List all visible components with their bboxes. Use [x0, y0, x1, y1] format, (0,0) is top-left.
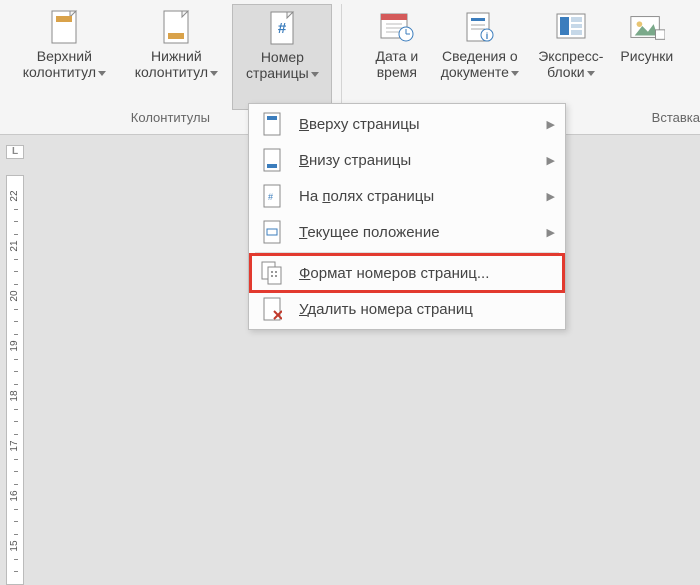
remove-page-numbers-icon — [259, 296, 285, 322]
current-position-icon — [259, 219, 285, 245]
page-number-button[interactable]: # Номер страницы — [232, 4, 332, 110]
doc-info-button[interactable]: i Сведения о документе — [432, 4, 528, 110]
menu-item-page-margins[interactable]: # На полях страницы ▶ — [251, 178, 563, 214]
menu-label-margins: На полях страницы — [299, 188, 547, 205]
submenu-arrow-icon: ▶ — [547, 190, 555, 203]
dropdown-caret-icon — [98, 71, 106, 76]
header-button[interactable]: Верхний колонтитул — [8, 4, 120, 110]
docinfo-label-l2: документе — [441, 64, 509, 80]
footer-label-l1: Нижний — [151, 48, 202, 64]
menu-item-format-page-numbers[interactable]: Формат номеров страниц... — [251, 255, 563, 291]
ruler-tick: 19 — [7, 341, 23, 352]
dropdown-caret-icon — [210, 71, 218, 76]
date-time-icon — [379, 8, 415, 46]
page-number-icon: # — [264, 9, 300, 47]
dropdown-caret-icon — [311, 72, 319, 77]
svg-text:i: i — [486, 31, 489, 41]
quick-parts-button[interactable]: Экспресс- блоки — [528, 4, 614, 110]
datetime-label-l1: Дата и — [375, 48, 418, 64]
menu-label-current: Текущее положение — [299, 224, 547, 241]
ruler-tick: 18 — [7, 391, 23, 402]
bottom-of-page-icon — [259, 147, 285, 173]
ruler-tick: 15 — [7, 541, 23, 552]
menu-item-bottom-of-page[interactable]: Внизу страницы ▶ — [251, 142, 563, 178]
ruler-tick: 16 — [7, 491, 23, 502]
dropdown-caret-icon — [511, 71, 519, 76]
footer-icon — [158, 8, 194, 46]
menu-item-current-position[interactable]: Текущее положение ▶ — [251, 214, 563, 250]
datetime-label-l2: время — [377, 64, 417, 80]
menu-label-bottom: Внизу страницы — [299, 152, 547, 169]
submenu-arrow-icon: ▶ — [547, 226, 555, 239]
footer-label-l2: колонтитул — [135, 64, 208, 80]
menu-label-top: Вверху страницы — [299, 116, 547, 133]
pagenum-label-l1: Номер — [261, 49, 304, 65]
menu-label-remove: Удалить номера страниц — [299, 301, 555, 318]
svg-text:#: # — [268, 192, 273, 202]
page-number-menu: Вверху страницы ▶ Внизу страницы ▶ # На … — [248, 103, 566, 330]
quickparts-label-l1: Экспресс- — [538, 48, 603, 64]
header-icon — [46, 8, 82, 46]
ruler-tick: 20 — [7, 291, 23, 302]
menu-item-top-of-page[interactable]: Вверху страницы ▶ — [251, 106, 563, 142]
ruler-tick: 17 — [7, 441, 23, 452]
quick-parts-icon — [553, 8, 589, 46]
submenu-arrow-icon: ▶ — [547, 118, 555, 131]
menu-separator — [255, 252, 559, 253]
header-label-l2: колонтитул — [23, 64, 96, 80]
vertical-ruler[interactable]: 22 21 20 19 18 17 16 15 — [6, 175, 24, 585]
ruler-corner-icon: L — [6, 145, 24, 159]
ruler-tick: 21 — [7, 241, 23, 252]
svg-text:#: # — [278, 20, 287, 37]
pictures-label-l1: Рисунки — [620, 48, 673, 64]
docinfo-label-l1: Сведения о — [442, 48, 518, 64]
doc-info-icon: i — [462, 8, 498, 46]
header-label-l1: Верхний — [37, 48, 92, 64]
quickparts-label-l2: блоки — [547, 64, 584, 80]
pagenum-label-l2: страницы — [246, 65, 309, 81]
footer-button[interactable]: Нижний колонтитул — [120, 4, 232, 110]
ruler-tick: 22 — [7, 191, 23, 202]
date-time-button[interactable]: Дата и время — [362, 4, 432, 110]
submenu-arrow-icon: ▶ — [547, 154, 555, 167]
menu-item-remove-page-numbers[interactable]: Удалить номера страниц — [251, 291, 563, 327]
menu-label-format: Формат номеров страниц... — [299, 265, 555, 282]
pictures-button[interactable]: Рисунки — [614, 4, 680, 110]
top-of-page-icon — [259, 111, 285, 137]
dropdown-caret-icon — [587, 71, 595, 76]
pictures-icon — [629, 8, 665, 46]
format-page-numbers-icon — [259, 260, 285, 286]
page-margins-icon: # — [259, 183, 285, 209]
